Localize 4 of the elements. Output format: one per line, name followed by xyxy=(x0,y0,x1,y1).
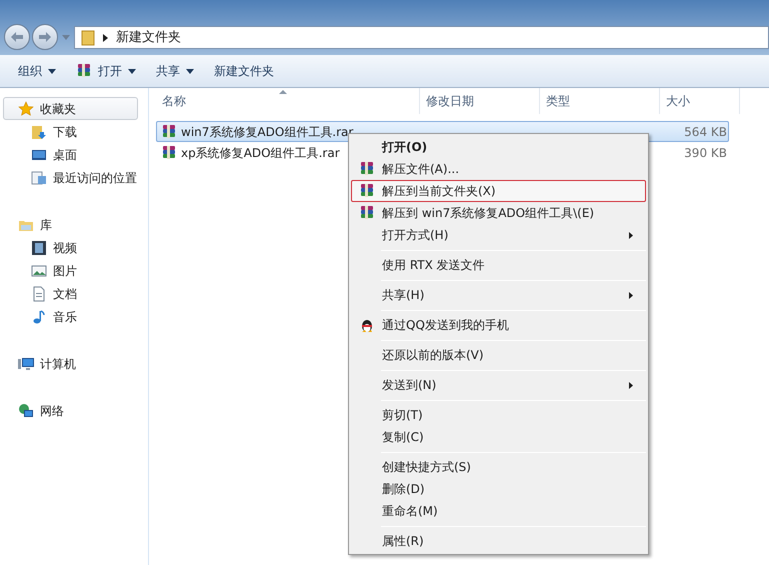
file-size: 390 KB xyxy=(683,144,727,162)
file-name: xp系统修复ADO组件工具.rar xyxy=(181,144,340,162)
file-size: 564 KB xyxy=(683,124,727,140)
address-path: 新建文件夹 xyxy=(116,28,181,47)
